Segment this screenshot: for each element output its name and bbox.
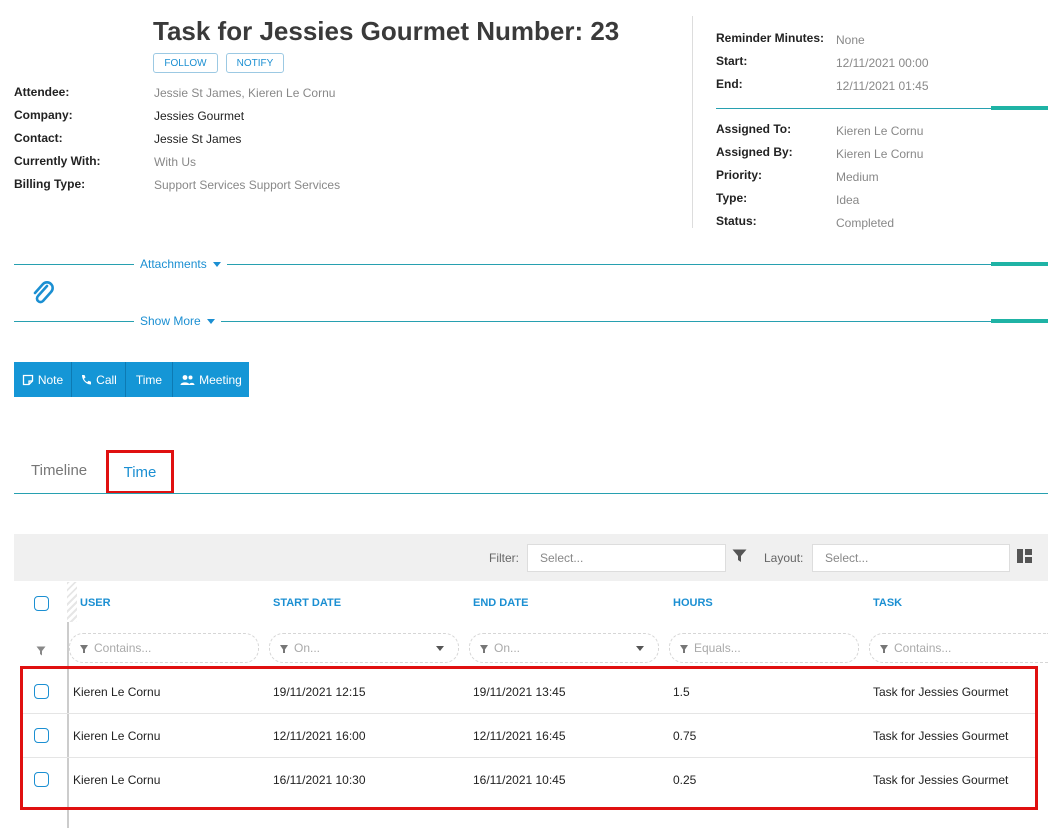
end-date-filter-field[interactable]: On... [469,633,659,663]
dropdown-caret-icon [636,646,644,651]
column-header-end-date[interactable]: END DATE [473,597,528,609]
attendee-value: Jessie St James, Kieren Le Cornu [154,86,336,100]
filter-icon[interactable] [732,549,747,568]
priority-label: Priority: [716,168,763,182]
highlight-box [20,666,1038,810]
attendee-label: Attendee: [14,85,70,99]
call-button[interactable]: Call [72,362,126,397]
meeting-button[interactable]: Meeting [173,362,249,397]
end-date-filter-placeholder: On... [494,641,521,655]
type-value: Idea [836,193,860,207]
billing-type-label: Billing Type: [14,177,86,191]
layout-label: Layout: [764,551,804,565]
phone-icon [82,374,92,384]
end-label: End: [716,77,743,91]
assigned-to-label: Assigned To: [716,122,792,136]
paperclip-icon[interactable] [32,281,56,307]
caret-down-icon [206,318,215,324]
assigned-by-label: Assigned By: [716,145,793,159]
status-value: Completed [836,216,895,230]
note-button-label: Note [37,372,64,387]
dropdown-caret-icon [436,646,444,651]
start-date-filter-field[interactable]: On... [269,633,459,663]
call-button-label: Call [96,372,117,387]
start-value: 12/11/2021 00:00 [836,56,929,70]
filter-funnel-icon [880,645,888,653]
show-more-rule-accent [991,319,1048,323]
filter-funnel-icon [80,645,88,653]
type-label: Type: [716,191,748,205]
start-date-filter-placeholder: On... [294,641,321,655]
hours-filter-field[interactable]: Equals... [669,633,859,663]
page-title: Task for Jessies Gourmet Number: 23 [153,16,620,46]
column-divider [692,16,693,228]
attachments-label: Attachments [140,257,207,271]
select-all-checkbox[interactable] [34,596,49,611]
assigned-by-value: Kieren Le Cornu [836,147,924,161]
action-bar: Note Call Time Meeting [14,362,249,397]
attachments-rule-accent [991,262,1048,266]
filter-funnel-icon [680,645,688,653]
filter-funnel-icon [480,645,488,653]
note-icon [22,374,33,385]
right-divider-accent [991,106,1048,110]
billing-type-value: Support Services Support Services [154,178,341,192]
column-header-start-date[interactable]: START DATE [273,597,341,609]
currently-with-label: Currently With: [14,154,101,168]
time-button-label: Time [135,372,163,387]
task-filter-field[interactable]: Contains... [869,633,1048,663]
notify-button[interactable]: NOTIFY [226,53,284,73]
priority-value: Medium [836,170,879,184]
note-button[interactable]: Note [14,362,72,397]
start-label: Start: [716,54,748,68]
tab-underline [14,493,1048,494]
end-value: 12/11/2021 01:45 [836,79,929,93]
company-value[interactable]: Jessies Gourmet [154,109,244,123]
filter-select[interactable]: Select... [527,544,726,572]
column-header-task[interactable]: TASK [873,597,902,609]
filter-label: Filter: [489,551,519,565]
meeting-button-label: Meeting [199,372,242,387]
tab-time[interactable]: Time [106,450,174,494]
filter-funnel-icon [280,645,288,653]
show-more-label: Show More [140,314,201,328]
follow-button[interactable]: FOLLOW [153,53,218,73]
user-filter-field[interactable]: Contains... [69,633,259,663]
column-header-hours[interactable]: HOURS [673,597,713,609]
assigned-to-value: Kieren Le Cornu [836,124,924,138]
contact-label: Contact: [14,131,63,145]
grid-header-hatch [67,582,77,622]
row-filter-icon[interactable] [36,643,46,661]
time-button[interactable]: Time [126,362,173,397]
status-label: Status: [716,214,757,228]
layout-select[interactable]: Select... [812,544,1010,572]
task-filter-placeholder: Contains... [894,641,952,655]
layout-grid-icon[interactable] [1017,549,1032,568]
hours-filter-placeholder: Equals... [694,641,741,655]
show-more-toggle[interactable]: Show More [134,314,221,328]
people-icon [180,374,195,385]
contact-value[interactable]: Jessie St James [154,132,241,146]
company-label: Company: [14,108,73,122]
attachments-toggle[interactable]: Attachments [134,257,227,271]
reminder-minutes-value: None [836,33,865,47]
user-filter-placeholder: Contains... [94,641,152,655]
currently-with-value: With Us [154,155,196,169]
tab-timeline[interactable]: Timeline [31,462,87,479]
reminder-minutes-label: Reminder Minutes: [716,31,825,45]
column-header-user[interactable]: USER [80,597,111,609]
caret-down-icon [212,261,221,267]
